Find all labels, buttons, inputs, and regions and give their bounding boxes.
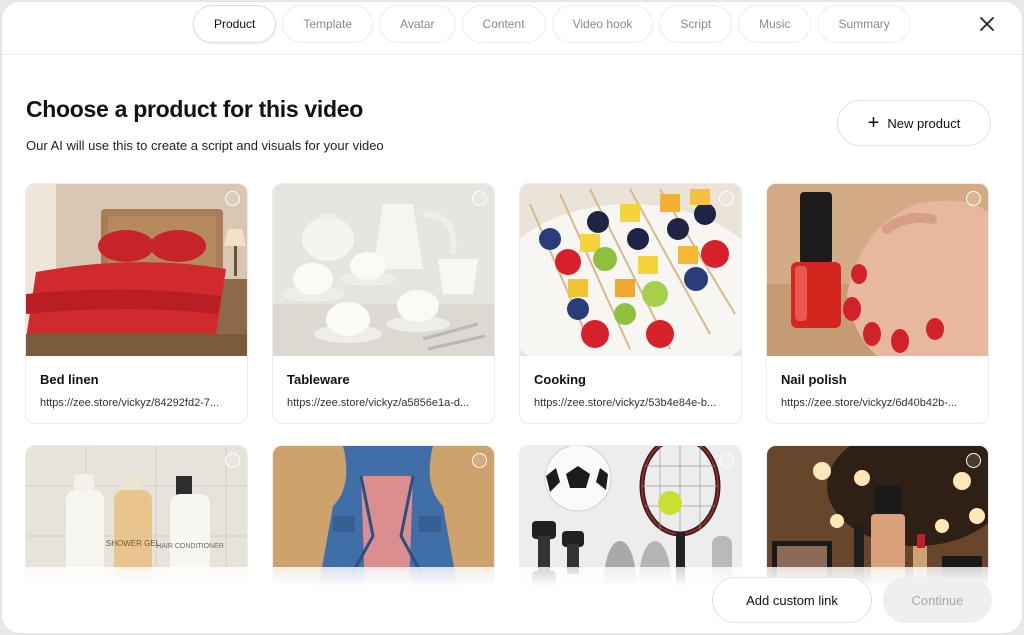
product-name: Cooking: [534, 372, 586, 387]
select-radio[interactable]: [966, 453, 981, 468]
continue-button[interactable]: Continue: [883, 577, 992, 623]
add-custom-link-button[interactable]: Add custom link: [712, 577, 872, 623]
product-selection-modal: Product Template Avatar Content Video ho…: [2, 2, 1022, 633]
shower-gel-label: SHOWER GEL: [106, 539, 161, 548]
select-radio[interactable]: [225, 453, 240, 468]
select-radio[interactable]: [472, 191, 487, 206]
tab-summary[interactable]: Summary: [817, 5, 911, 43]
hair-conditioner-label: HAIR CONDITIONER: [156, 543, 224, 550]
new-product-button[interactable]: + New product: [837, 100, 991, 146]
close-button[interactable]: [976, 13, 998, 35]
select-radio[interactable]: [719, 191, 734, 206]
tab-template[interactable]: Template: [282, 5, 374, 43]
tab-video-hook[interactable]: Video hook: [551, 5, 654, 43]
tab-script[interactable]: Script: [659, 5, 733, 43]
tab-avatar[interactable]: Avatar: [379, 5, 456, 43]
close-icon: [980, 17, 994, 31]
tab-product[interactable]: Product: [193, 5, 277, 43]
bed-linen-image: [26, 184, 247, 356]
page-title: Choose a product for this video: [26, 96, 364, 122]
tableware-image: [273, 184, 494, 356]
product-card-tableware[interactable]: Tableware https://zee.store/vickyz/a5856…: [272, 183, 495, 424]
tab-music[interactable]: Music: [738, 5, 812, 43]
product-name: Bed linen: [40, 372, 99, 387]
tab-content[interactable]: Content: [461, 5, 546, 43]
nail-polish-image: [767, 184, 988, 356]
new-product-label: New product: [887, 115, 961, 131]
product-name: Tableware: [287, 372, 350, 387]
select-radio[interactable]: [472, 453, 487, 468]
select-radio[interactable]: [966, 191, 981, 206]
step-navigation: Product Template Avatar Content Video ho…: [2, 2, 1022, 55]
product-url: https://zee.store/vickyz/6d40b42b-...: [781, 397, 958, 409]
step-tabs: Product Template Avatar Content Video ho…: [193, 5, 911, 43]
product-url: https://zee.store/vickyz/84292fd2-7...: [40, 397, 220, 409]
product-card-bed-linen[interactable]: Bed linen https://zee.store/vickyz/84292…: [25, 183, 248, 424]
product-card-nail-polish[interactable]: Nail polish https://zee.store/vickyz/6d4…: [766, 183, 989, 424]
select-radio[interactable]: [225, 191, 240, 206]
page-subtitle: Our AI will use this to create a script …: [26, 138, 384, 153]
product-url: https://zee.store/vickyz/53b4e84e-b...: [534, 397, 717, 409]
select-radio[interactable]: [719, 453, 734, 468]
product-name: Nail polish: [781, 372, 847, 387]
product-card-cooking[interactable]: Cooking https://zee.store/vickyz/53b4e84…: [519, 183, 742, 424]
plus-icon: +: [867, 112, 880, 134]
cooking-image: [520, 184, 741, 356]
product-url: https://zee.store/vickyz/a5856e1a-d...: [287, 397, 470, 409]
